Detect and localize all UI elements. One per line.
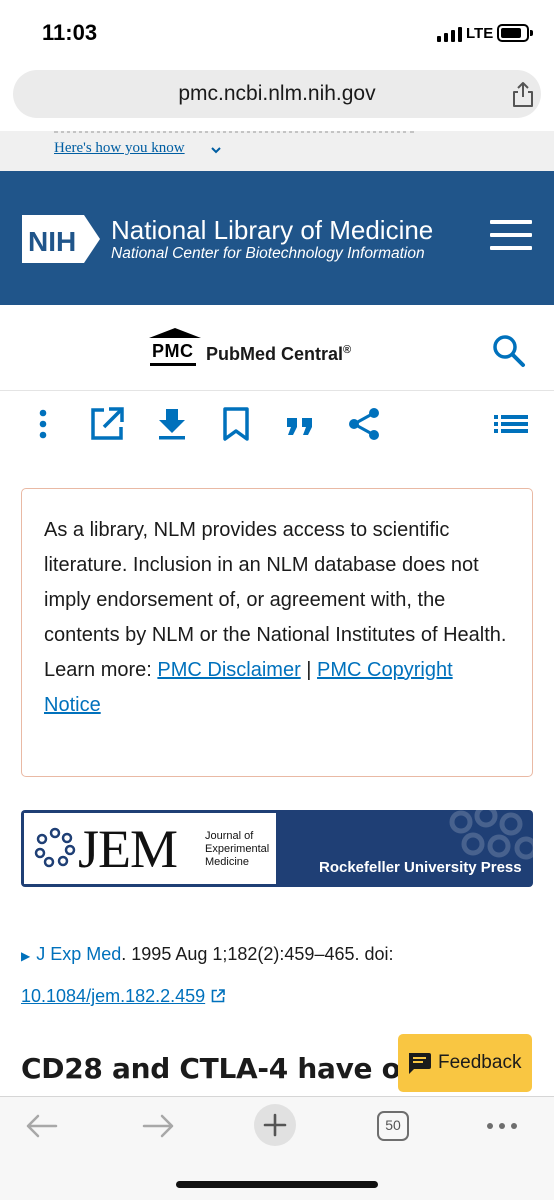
plus-icon [263,1113,287,1137]
disclaimer-box: As a library, NLM provides access to sci… [21,488,533,777]
clock: 11:03 [42,20,98,45]
share-icon[interactable] [510,80,536,108]
more-vertical-icon[interactable] [25,406,61,442]
more-horizontal-icon[interactable] [482,1109,522,1143]
citation: ▶ J Exp Med. 1995 Aug 1;182(2):459–465. d… [21,944,394,1006]
jem-abbr: JEM [78,819,178,879]
signal-icon [437,26,462,42]
journal-banner[interactable]: JEM Journal of Experimental Medicine Roc… [21,810,533,887]
hamburger-menu-icon[interactable] [490,220,532,252]
pmc-logo[interactable]: PMC PubMed Central® [147,327,367,373]
nlm-subtitle: National Center for Biotechnology Inform… [111,245,425,262]
jem-full-name: Journal of Experimental Medicine [205,830,270,868]
url-text[interactable]: pmc.ncbi.nlm.nih.gov [13,82,541,106]
feedback-label[interactable]: Feedback [438,1052,521,1074]
battery-icon [497,24,533,42]
home-indicator [176,1181,378,1188]
forward-arrow-icon[interactable] [138,1109,178,1143]
heres-how-you-know-link[interactable]: Here's how you know [54,140,185,157]
doi-link[interactable]: 10.1084/jem.182.2.459 [21,986,205,1006]
clipped-banner-text [54,131,414,133]
gov-banner: Here's how you know [0,131,554,171]
nih-logo[interactable]: NIH [22,213,102,265]
nlm-title[interactable]: National Library of Medicine [111,215,433,246]
bookmark-icon[interactable] [218,406,254,442]
new-tab-button[interactable] [254,1104,296,1146]
browser-bottom-bar: 50 [0,1096,554,1200]
nih-logo-text: NIH [28,226,76,257]
feedback-button[interactable]: Feedback [398,1034,532,1092]
pmc-name: PubMed Central® [206,344,352,364]
pmc-disclaimer-link[interactable]: PMC Disclaimer [157,659,300,681]
nih-header: NIH National Library of Medicine Nationa… [0,171,554,305]
jem-emblem-icon [34,827,76,868]
back-arrow-icon[interactable] [22,1109,62,1143]
list-icon[interactable] [493,406,529,442]
pmc-header: PMC PubMed Central® [0,305,554,391]
journal-link[interactable]: J Exp Med [36,944,121,964]
tab-count-button[interactable]: 50 [377,1111,409,1141]
pmc-abbr: PMC [150,341,196,366]
network-type: LTE [466,25,494,42]
article-toolbar [0,392,554,458]
chat-bubble-icon [409,1053,431,1074]
publisher-name: Rockefeller University Press [319,859,522,876]
external-link-icon[interactable] [211,989,225,1003]
disclaimer-text: As a library, NLM provides access to sci… [44,519,507,716]
cite-quote-icon[interactable] [282,406,318,442]
search-icon[interactable] [492,334,526,368]
pmc-roof-icon [149,328,201,338]
share-icon[interactable] [346,406,382,442]
download-icon[interactable] [154,406,190,442]
expand-triangle-icon[interactable]: ▶ [21,949,30,963]
chevron-down-icon[interactable] [210,145,222,155]
status-bar: 11:03 LTE [0,0,554,64]
jem-logo-area: JEM Journal of Experimental Medicine [24,813,276,884]
address-bar[interactable]: pmc.ncbi.nlm.nih.gov [13,70,541,118]
open-external-icon[interactable] [89,406,125,442]
